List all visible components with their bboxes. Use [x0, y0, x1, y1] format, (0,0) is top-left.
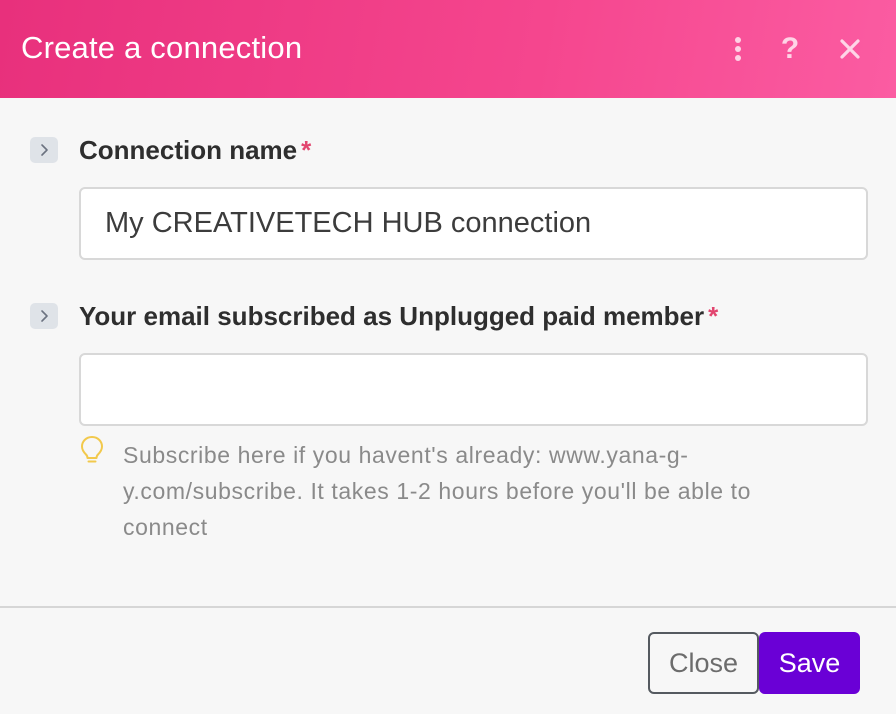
help-icon[interactable]: ? — [775, 31, 805, 67]
close-button[interactable]: Close — [648, 632, 759, 694]
email-label-row: Your email subscribed as Unplugged paid … — [30, 301, 718, 331]
hint-text: Subscribe here if you havent's already: … — [123, 442, 752, 540]
footer-divider — [0, 606, 896, 608]
save-button[interactable]: Save — [759, 632, 860, 694]
dialog-header: Create a connection ? — [0, 0, 896, 98]
chevron-right-icon[interactable] — [30, 303, 58, 329]
connection-name-input[interactable] — [79, 187, 868, 260]
connection-name-label: Connection name — [79, 135, 298, 165]
lightbulb-icon — [80, 435, 104, 467]
required-asterisk: * — [301, 135, 312, 165]
email-label: Your email subscribed as Unplugged paid … — [79, 301, 705, 331]
dialog-title: Create a connection — [21, 30, 303, 65]
more-vertical-icon[interactable] — [723, 31, 753, 67]
chevron-right-icon[interactable] — [30, 137, 58, 163]
email-input[interactable] — [79, 353, 868, 426]
create-connection-dialog: Create a connection ? Connection name * — [0, 0, 896, 714]
close-icon[interactable] — [835, 31, 865, 67]
required-asterisk: * — [708, 301, 719, 331]
connection-name-label-row: Connection name * — [30, 135, 311, 165]
